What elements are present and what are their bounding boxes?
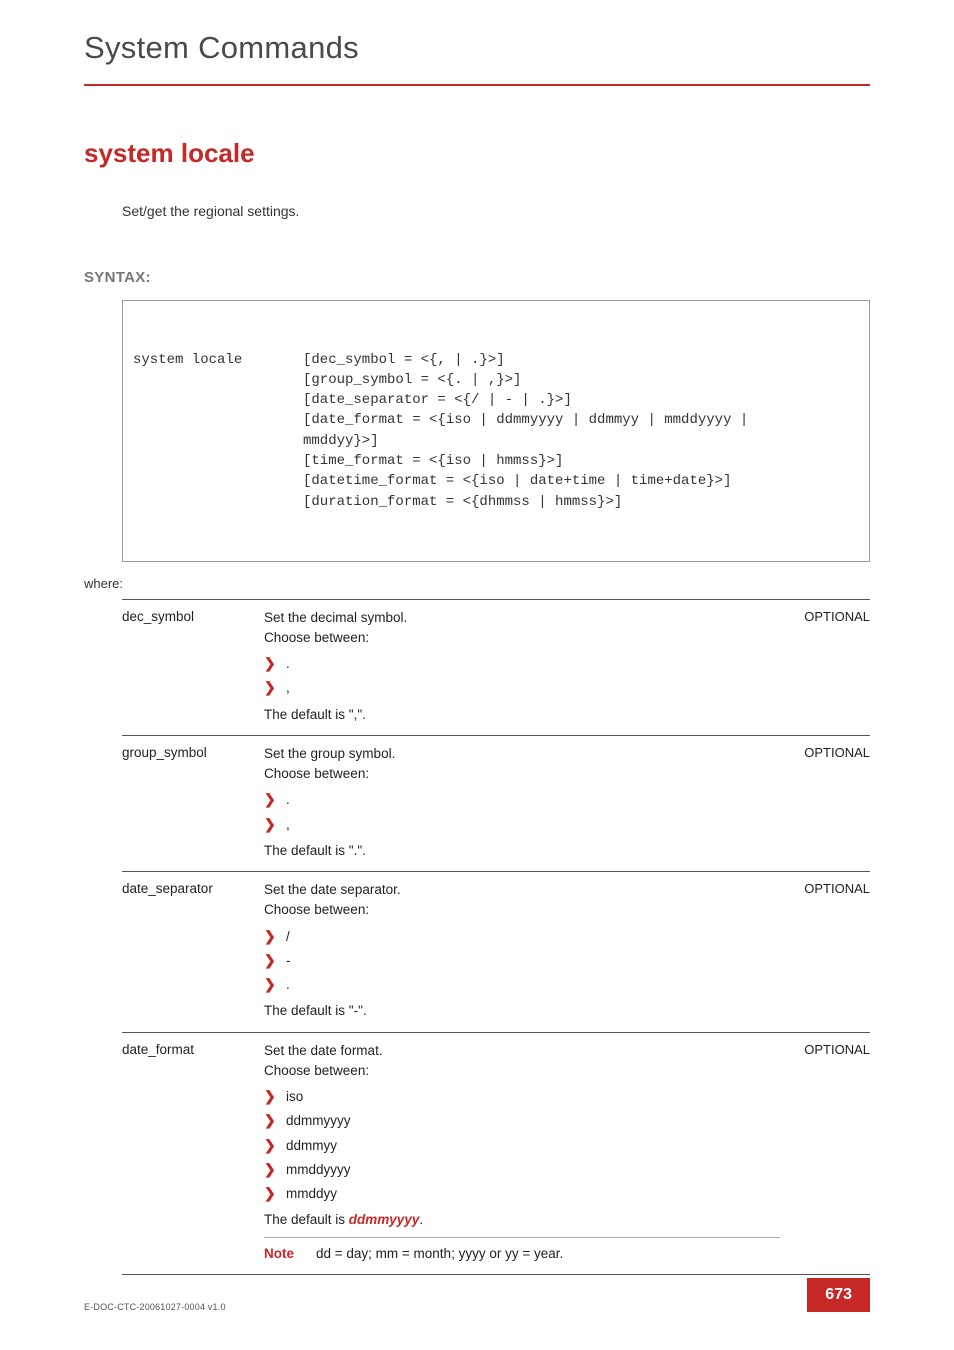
note-row: Note dd = day; mm = month; yyyy or yy = … xyxy=(264,1237,780,1264)
option-item: ❯ mmddyy xyxy=(264,1182,780,1206)
option-item: ❯ - xyxy=(264,949,780,973)
default-value: ddmmyyyy xyxy=(349,1212,420,1227)
option-text: iso xyxy=(286,1087,303,1107)
param-name: dec_symbol xyxy=(122,608,264,725)
option-item: ❯ , xyxy=(264,813,780,837)
syntax-body: [dec_symbol = <{, | .}>] [group_symbol =… xyxy=(303,350,859,512)
option-text: ddmmyyyy xyxy=(286,1111,351,1131)
page-number-badge: 673 xyxy=(807,1278,870,1312)
chevron-right-icon: ❯ xyxy=(264,656,286,670)
chevron-right-icon: ❯ xyxy=(264,680,286,694)
param-choose: Choose between: xyxy=(264,628,780,648)
param-row: group_symbol Set the group symbol. Choos… xyxy=(122,735,870,871)
option-item: ❯ ddmmyy xyxy=(264,1134,780,1158)
chevron-right-icon: ❯ xyxy=(264,1138,286,1152)
option-text: , xyxy=(286,815,290,835)
where-label: where: xyxy=(84,576,870,591)
syntax-label: SYNTAX: xyxy=(84,269,870,286)
param-choose: Choose between: xyxy=(264,900,780,920)
param-intro: Set the decimal symbol. xyxy=(264,608,780,628)
syntax-box: system locale [dec_symbol = <{, | .}>] [… xyxy=(122,300,870,562)
syntax-command: system locale xyxy=(133,350,303,512)
note-text: dd = day; mm = month; yyyy or yy = year. xyxy=(316,1244,563,1264)
option-text: / xyxy=(286,927,290,947)
option-item: ❯ . xyxy=(264,973,780,997)
option-item: ❯ / xyxy=(264,925,780,949)
page-footer: E-DOC-CTC-20061027-0004 v1.0 673 xyxy=(84,1278,870,1312)
param-default: The default is ".". xyxy=(264,841,780,861)
option-item: ❯ , xyxy=(264,676,780,700)
param-intro: Set the group symbol. xyxy=(264,744,780,764)
option-text: , xyxy=(286,678,290,698)
param-desc: Set the decimal symbol. Choose between: … xyxy=(264,608,780,725)
param-desc: Set the date format. Choose between: ❯ i… xyxy=(264,1041,780,1264)
chevron-right-icon: ❯ xyxy=(264,977,286,991)
command-description: Set/get the regional settings. xyxy=(122,203,870,219)
option-text: . xyxy=(286,790,290,810)
chevron-right-icon: ❯ xyxy=(264,929,286,943)
param-default: The default is "-". xyxy=(264,1001,780,1021)
chevron-right-icon: ❯ xyxy=(264,1089,286,1103)
option-text: mmddyy xyxy=(286,1184,337,1204)
params-table: dec_symbol Set the decimal symbol. Choos… xyxy=(122,599,870,1275)
option-text: mmddyyyy xyxy=(286,1160,351,1180)
param-flag: OPTIONAL xyxy=(780,880,870,1022)
default-suffix: . xyxy=(419,1212,423,1227)
param-desc: Set the date separator. Choose between: … xyxy=(264,880,780,1022)
note-label: Note xyxy=(264,1244,316,1264)
option-item: ❯ ddmmyyyy xyxy=(264,1109,780,1133)
option-item: ❯ . xyxy=(264,652,780,676)
chevron-right-icon: ❯ xyxy=(264,1186,286,1200)
param-choose: Choose between: xyxy=(264,1061,780,1081)
header-divider xyxy=(84,84,870,86)
option-text: ddmmyy xyxy=(286,1136,337,1156)
option-item: ❯ iso xyxy=(264,1085,780,1109)
param-intro: Set the date separator. xyxy=(264,880,780,900)
param-flag: OPTIONAL xyxy=(780,608,870,725)
chevron-right-icon: ❯ xyxy=(264,1162,286,1176)
param-row: date_format Set the date format. Choose … xyxy=(122,1032,870,1275)
page-header-title: System Commands xyxy=(84,30,870,66)
param-row: dec_symbol Set the decimal symbol. Choos… xyxy=(122,599,870,735)
param-default: The default is ",". xyxy=(264,705,780,725)
chevron-right-icon: ❯ xyxy=(264,1113,286,1127)
default-prefix: The default is xyxy=(264,1212,349,1227)
param-name: date_separator xyxy=(122,880,264,1022)
chevron-right-icon: ❯ xyxy=(264,953,286,967)
option-text: . xyxy=(286,975,290,995)
param-desc: Set the group symbol. Choose between: ❯ … xyxy=(264,744,780,861)
param-default: The default is ddmmyyyy. xyxy=(264,1210,780,1230)
option-text: . xyxy=(286,654,290,674)
param-choose: Choose between: xyxy=(264,764,780,784)
option-item: ❯ . xyxy=(264,788,780,812)
command-title: system locale xyxy=(84,138,870,169)
chevron-right-icon: ❯ xyxy=(264,817,286,831)
param-flag: OPTIONAL xyxy=(780,1041,870,1264)
param-flag: OPTIONAL xyxy=(780,744,870,861)
param-name: group_symbol xyxy=(122,744,264,861)
option-item: ❯ mmddyyyy xyxy=(264,1158,780,1182)
option-text: - xyxy=(286,951,291,971)
param-intro: Set the date format. xyxy=(264,1041,780,1061)
doc-id: E-DOC-CTC-20061027-0004 v1.0 xyxy=(84,1302,226,1312)
chevron-right-icon: ❯ xyxy=(264,792,286,806)
param-row: date_separator Set the date separator. C… xyxy=(122,871,870,1032)
param-name: date_format xyxy=(122,1041,264,1264)
